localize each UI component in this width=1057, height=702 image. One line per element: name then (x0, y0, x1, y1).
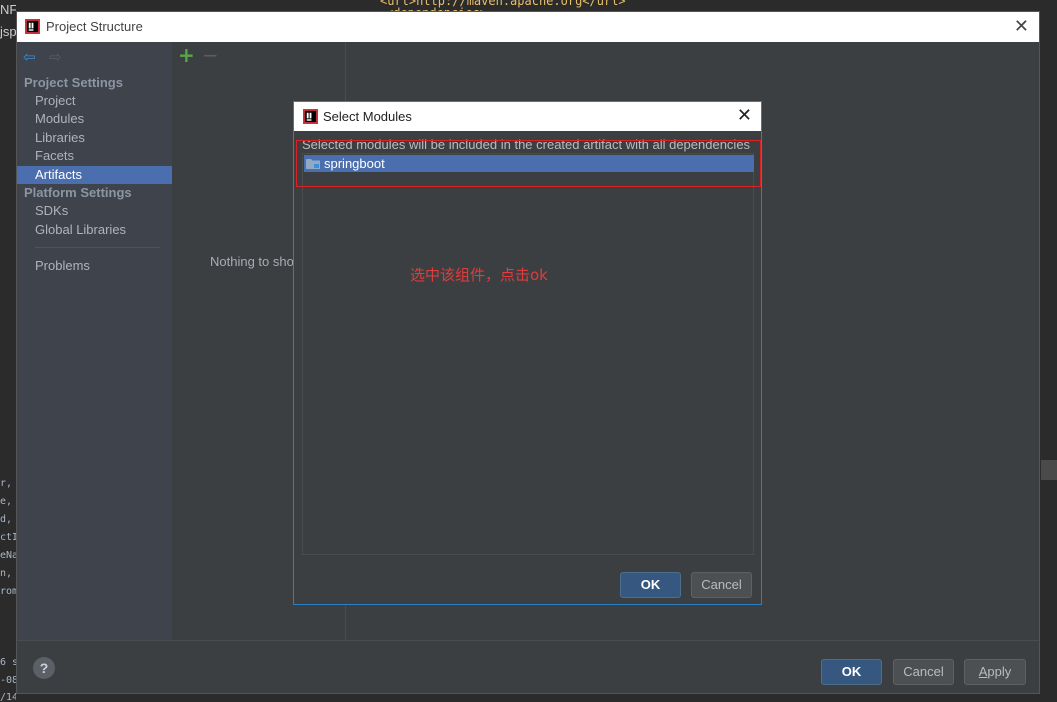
sidebar-item-facets[interactable]: Facets (17, 147, 172, 165)
apply-button[interactable]: Apply (964, 659, 1026, 685)
ok-button[interactable]: OK (821, 659, 882, 685)
close-icon[interactable]: ✕ (737, 105, 752, 125)
bg-fragment: ctI (0, 532, 16, 543)
cancel-button[interactable]: Cancel (893, 659, 954, 685)
bg-fragment: r, (0, 478, 13, 489)
window-title: Project Structure (46, 19, 143, 34)
select-modules-dialog: Select Modules ✕ Selected modules will b… (293, 101, 762, 605)
sidebar-item-modules[interactable]: Modules (17, 110, 172, 128)
cancel-button[interactable]: Cancel (691, 572, 752, 598)
sidebar-item-project[interactable]: Project (17, 92, 172, 110)
forward-arrow-icon[interactable]: ⇨ (49, 48, 62, 66)
bg-fragment: e, (0, 496, 13, 507)
empty-list-text: Nothing to show (210, 254, 304, 269)
background-editor-left: NF jsp r, e, d, ctI eNa n, rom 6 s -08 /… (0, 0, 16, 702)
title-bar: Project Structure ✕ (17, 12, 1039, 42)
back-arrow-icon[interactable]: ⇦ (23, 48, 36, 66)
bg-fragment: NF (0, 2, 16, 17)
section-project-settings: Project Settings (24, 75, 123, 90)
sidebar-item-global-libraries[interactable]: Global Libraries (17, 221, 172, 239)
intellij-logo-icon (25, 19, 40, 34)
bg-fragment: d, (0, 514, 13, 525)
remove-icon[interactable]: − (202, 44, 219, 66)
background-editor-right (1040, 42, 1057, 702)
sidebar-item-problems[interactable]: Problems (17, 257, 172, 275)
bg-fragment: -08 (0, 675, 16, 686)
module-folder-icon (306, 159, 320, 169)
modal-title: Select Modules (323, 109, 412, 124)
bg-fragment: n, (0, 568, 13, 579)
bg-fragment: rom (0, 586, 16, 597)
bg-fragment: 6 s (0, 657, 16, 668)
help-icon[interactable]: ? (33, 657, 55, 679)
apply-label: pply (987, 664, 1012, 679)
ok-button[interactable]: OK (620, 572, 681, 598)
close-icon[interactable]: ✕ (1014, 16, 1029, 36)
modal-title-bar: Select Modules ✕ (294, 102, 761, 131)
sidebar-divider (35, 247, 160, 248)
sidebar-item-artifacts[interactable]: Artifacts (17, 166, 172, 184)
dialog-footer: ? OK Cancel Apply (17, 640, 1039, 693)
scrollbar-thumb[interactable] (1041, 460, 1057, 480)
modules-list: springboot (302, 153, 754, 555)
bg-fragment: /149M (0, 692, 16, 702)
add-icon[interactable]: + (178, 44, 195, 66)
modal-description: Selected modules will be included in the… (302, 137, 751, 152)
intellij-logo-icon (303, 109, 318, 124)
sidebar-item-libraries[interactable]: Libraries (17, 129, 172, 147)
bg-fragment: jsp (0, 24, 16, 39)
annotation-text: 选中该组件，点击ok (410, 266, 548, 284)
bg-fragment: eNa (0, 550, 16, 561)
module-name: springboot (324, 156, 385, 171)
sidebar-item-sdks[interactable]: SDKs (17, 202, 172, 220)
section-platform-settings: Platform Settings (24, 185, 132, 200)
list-item-springboot[interactable]: springboot (304, 155, 754, 172)
settings-sidebar: ⇦ ⇨ Project Settings Project Modules Lib… (17, 42, 172, 640)
